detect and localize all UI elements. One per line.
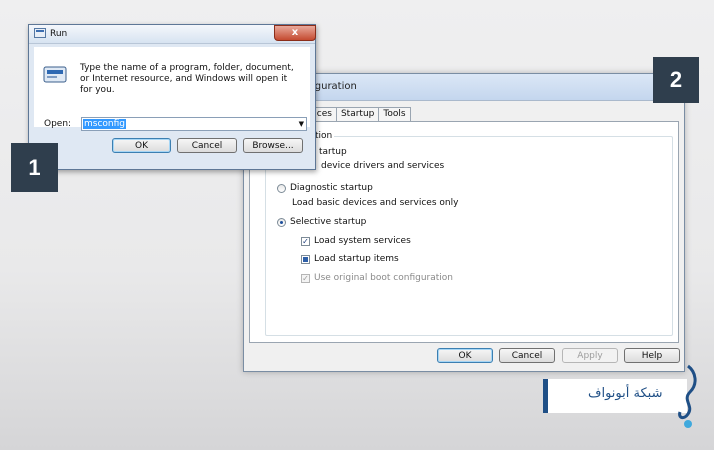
- diagnostic-startup-label[interactable]: Diagnostic startup: [290, 183, 373, 193]
- run-dialog: Run x Type the name of a program, folder…: [28, 24, 316, 170]
- open-label: Open:: [44, 119, 72, 129]
- use-original-boot-checkbox: ✓: [301, 274, 310, 283]
- load-startup-items-label[interactable]: Load startup items: [314, 254, 399, 264]
- selective-startup-label[interactable]: Selective startup: [290, 217, 366, 227]
- open-combobox[interactable]: msconfig ▼: [81, 117, 307, 131]
- load-system-services-label[interactable]: Load system services: [314, 236, 411, 246]
- run-title: Run: [50, 29, 68, 39]
- normal-startup-desc: device drivers and services: [321, 161, 445, 171]
- run-app-icon: [34, 28, 46, 38]
- run-program-icon: [43, 66, 67, 83]
- use-original-boot-label: Use original boot configuration: [314, 273, 453, 283]
- msconfig-help-button[interactable]: Help: [624, 348, 680, 363]
- close-icon[interactable]: x: [274, 25, 316, 41]
- msconfig-apply-button: Apply: [562, 348, 618, 363]
- tab-startup[interactable]: Startup: [335, 107, 380, 121]
- run-ok-button[interactable]: OK: [112, 138, 171, 153]
- load-system-services-checkbox[interactable]: ✓: [301, 237, 310, 246]
- run-content: Type the name of a program, folder, docu…: [34, 47, 310, 131]
- tab-tools[interactable]: Tools: [378, 107, 411, 121]
- watermark-logo-icon: [678, 364, 697, 428]
- normal-startup-label[interactable]: tartup: [319, 147, 347, 157]
- run-description: Type the name of a program, folder, docu…: [80, 63, 294, 95]
- msconfig-ok-button[interactable]: OK: [437, 348, 493, 363]
- diagnostic-startup-desc: Load basic devices and services only: [292, 198, 459, 208]
- load-startup-items-checkbox[interactable]: [301, 255, 310, 264]
- chevron-down-icon[interactable]: ▼: [299, 118, 304, 130]
- site-watermark: شبكة أبونواف: [543, 379, 687, 413]
- open-input-value[interactable]: msconfig: [83, 119, 126, 129]
- run-titlebar[interactable]: Run x: [29, 25, 316, 44]
- run-browse-button[interactable]: Browse...: [243, 138, 303, 153]
- step-1-badge: 1: [11, 143, 58, 192]
- run-cancel-button[interactable]: Cancel: [177, 138, 237, 153]
- selective-startup-radio[interactable]: [277, 218, 286, 227]
- step-2-badge: 2: [653, 57, 699, 103]
- msconfig-cancel-button[interactable]: Cancel: [499, 348, 555, 363]
- watermark-text: شبكة أبونواف: [588, 386, 663, 401]
- diagnostic-startup-radio[interactable]: [277, 184, 286, 193]
